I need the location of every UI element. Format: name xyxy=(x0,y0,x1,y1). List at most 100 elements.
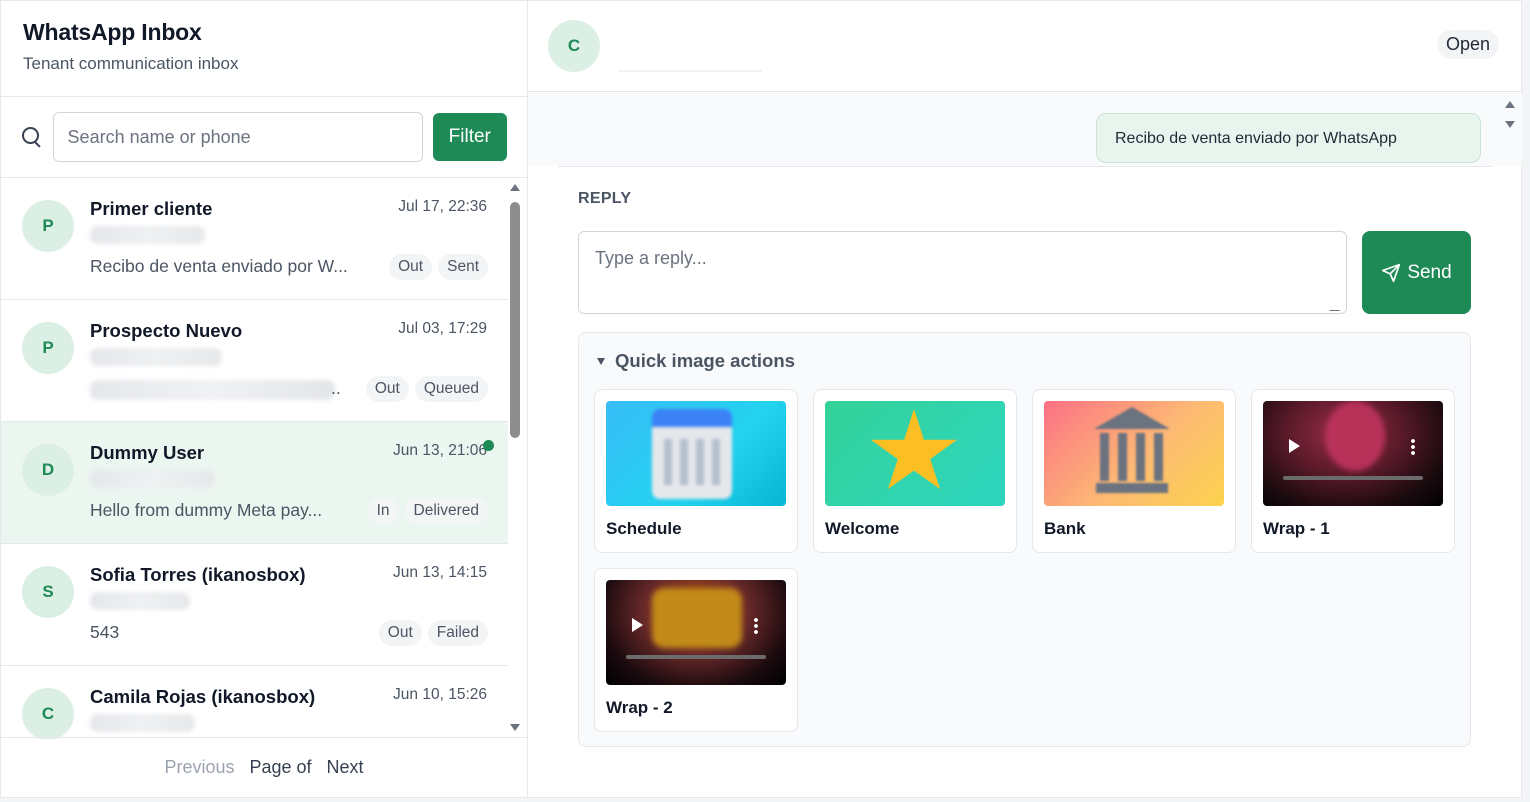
calendar-icon xyxy=(652,409,732,499)
conversation-item[interactable]: S Sofia Torres (ikanosbox) Jun 13, 14:15… xyxy=(1,544,508,666)
conversation-badges: Out Queued xyxy=(365,376,488,402)
search-input[interactable] xyxy=(52,112,423,162)
conversation-time: Jun 13, 21:06 xyxy=(393,442,487,459)
conversation-name: Sofia Torres (ikanosbox) xyxy=(90,564,306,585)
status-badge: Open xyxy=(1436,30,1499,59)
more-options-icon[interactable] xyxy=(1411,438,1415,456)
conversation-name: Camila Rojas (ikanosbox) xyxy=(90,686,316,707)
scroll-thumb[interactable] xyxy=(510,202,520,438)
avatar: C xyxy=(548,20,600,72)
conversation-badges: Out Failed xyxy=(378,620,488,646)
filter-button[interactable]: Filter xyxy=(432,113,507,161)
quick-action-wrap-1[interactable]: Wrap - 1 xyxy=(1251,389,1455,553)
pagination: Previous Page of Next xyxy=(1,737,527,797)
conversation-name: Dummy User xyxy=(90,442,205,463)
conversation-name: Prospecto Nuevo xyxy=(90,320,243,341)
redacted-phone xyxy=(90,592,190,610)
search-row: Filter xyxy=(1,97,527,178)
caret-down-icon xyxy=(597,357,605,365)
quick-image-actions: Quick image actions Schedule Welcome Ban… xyxy=(578,332,1471,747)
direction-badge: In xyxy=(367,498,399,524)
video-thumbnail xyxy=(1263,401,1443,506)
quick-actions-title: Quick image actions xyxy=(615,350,795,371)
conversation-header: C Open xyxy=(528,1,1521,92)
send-button[interactable]: Send xyxy=(1362,231,1471,314)
avatar: P xyxy=(22,322,74,374)
app-window: WhatsApp Inbox Tenant communication inbo… xyxy=(0,0,1522,798)
status-badge: Sent xyxy=(438,254,488,280)
direction-badge: Out xyxy=(389,254,433,280)
conversation-preview: .. xyxy=(331,378,341,398)
quick-action-bank[interactable]: Bank xyxy=(1032,389,1236,553)
reply-label: REPLY xyxy=(578,190,632,207)
direction-badge: Out xyxy=(365,376,409,402)
sidebar-header: WhatsApp Inbox Tenant communication inbo… xyxy=(1,1,527,97)
conversation-item[interactable]: P Primer cliente Jul 17, 22:36 Recibo de… xyxy=(1,178,508,300)
avatar: D xyxy=(22,444,74,496)
status-badge: Delivered xyxy=(404,498,488,524)
avatar: P xyxy=(22,200,74,252)
quick-action-wrap-2[interactable]: Wrap - 2 xyxy=(594,568,798,732)
avatar: S xyxy=(22,566,74,618)
message-thread: Recibo de venta enviado por WhatsApp xyxy=(528,93,1522,166)
message-bubble: Recibo de venta enviado por WhatsApp xyxy=(1096,113,1481,163)
redacted-contact-name xyxy=(618,70,762,72)
send-icon xyxy=(1382,263,1401,282)
video-progress-bar[interactable] xyxy=(626,655,766,659)
bank-icon xyxy=(1094,407,1170,495)
redacted-phone xyxy=(90,470,215,488)
app-subtitle: Tenant communication inbox xyxy=(23,54,239,73)
play-icon[interactable] xyxy=(632,618,643,632)
conversation-preview: 543 xyxy=(90,622,120,642)
conversation-time: Jul 03, 17:29 xyxy=(398,320,487,337)
quick-action-label: Welcome xyxy=(825,519,900,538)
app-title: WhatsApp Inbox xyxy=(23,19,202,45)
conversation-time: Jun 13, 14:15 xyxy=(393,564,487,581)
redacted-phone xyxy=(90,226,205,244)
conversation-list: P Primer cliente Jul 17, 22:36 Recibo de… xyxy=(1,178,527,739)
conversation-preview: Hello from dummy Meta pay... xyxy=(90,500,323,520)
conversation-item[interactable]: C Camila Rojas (ikanosbox) Jun 10, 15:26 xyxy=(1,666,508,739)
conversation-badges: In Delivered xyxy=(367,498,488,524)
conversation-name: Primer cliente xyxy=(90,198,213,219)
conversation-time: Jun 10, 15:26 xyxy=(393,686,487,703)
quick-action-label: Bank xyxy=(1044,519,1086,538)
scroll-down-arrow-icon[interactable] xyxy=(510,724,520,731)
status-badge: Failed xyxy=(427,620,488,646)
video-progress-bar[interactable] xyxy=(1283,476,1423,480)
play-icon[interactable] xyxy=(1289,439,1300,453)
quick-actions-toggle[interactable]: Quick image actions xyxy=(597,350,795,372)
scroll-down-arrow-icon[interactable] xyxy=(1505,121,1515,128)
reply-input[interactable] xyxy=(578,231,1347,314)
scroll-up-arrow-icon[interactable] xyxy=(1505,101,1515,108)
previous-page-button[interactable]: Previous xyxy=(164,757,234,778)
conversation-item[interactable]: P Prospecto Nuevo Jul 03, 17:29 .. Out Q… xyxy=(1,300,508,422)
star-image xyxy=(825,401,1005,506)
unread-dot xyxy=(483,440,494,451)
redacted-phone xyxy=(90,714,195,732)
quick-action-welcome[interactable]: Welcome xyxy=(813,389,1017,553)
conversation-item-active[interactable]: D Dummy User Jun 13, 21:06 Hello from du… xyxy=(1,422,508,544)
more-options-icon[interactable] xyxy=(754,617,758,635)
search-icon xyxy=(21,126,43,148)
video-thumbnail xyxy=(606,580,786,685)
conversation-scrollbar[interactable] xyxy=(509,178,521,739)
redacted-preview xyxy=(90,380,335,400)
quick-action-schedule[interactable]: Schedule xyxy=(594,389,798,553)
sidebar: WhatsApp Inbox Tenant communication inbo… xyxy=(1,1,528,797)
direction-badge: Out xyxy=(378,620,422,646)
redacted-phone xyxy=(90,348,222,366)
calendar-image xyxy=(606,401,786,506)
divider xyxy=(558,166,1492,167)
bank-image xyxy=(1044,401,1224,506)
conversation-panel: C Open Recibo de venta enviado por Whats… xyxy=(528,1,1522,797)
scroll-up-arrow-icon[interactable] xyxy=(510,184,520,191)
next-page-button[interactable]: Next xyxy=(327,757,364,778)
star-icon xyxy=(870,409,958,490)
message-text: Recibo de venta enviado por WhatsApp xyxy=(1115,130,1397,147)
quick-action-label: Wrap - 2 xyxy=(606,698,673,717)
send-label: Send xyxy=(1407,261,1452,283)
quick-action-label: Wrap - 1 xyxy=(1263,519,1330,538)
status-badge: Queued xyxy=(414,376,488,402)
avatar: C xyxy=(22,688,74,739)
